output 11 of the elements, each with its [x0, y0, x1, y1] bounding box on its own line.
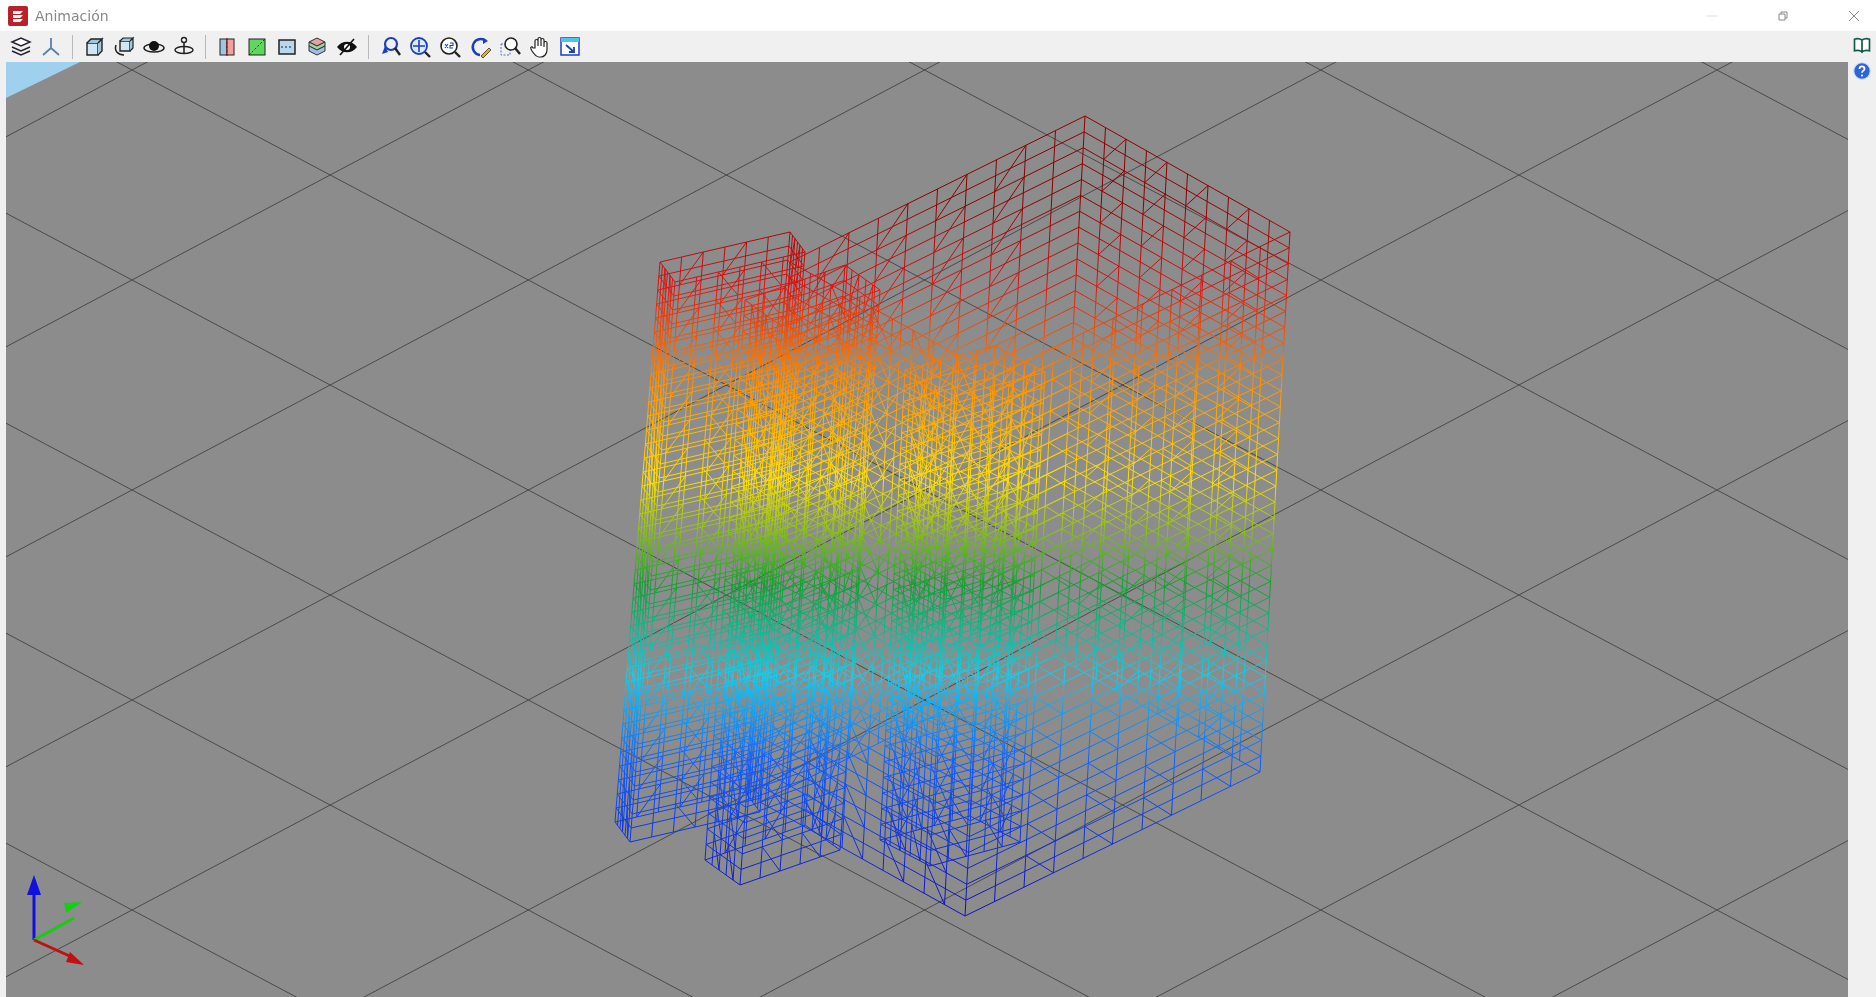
app-logo-icon — [8, 5, 28, 26]
axis-triad-icon — [27, 875, 84, 965]
zoom-all-icon[interactable] — [408, 34, 432, 59]
window-title: Animación — [35, 7, 109, 24]
close-icon[interactable] — [1848, 9, 1860, 22]
zoom-double-icon[interactable] — [438, 34, 462, 59]
rotate-cube-icon[interactable] — [112, 34, 136, 59]
book-icon[interactable] — [1852, 35, 1872, 55]
help-icon[interactable] — [1852, 61, 1872, 81]
zoom-window-icon[interactable] — [498, 34, 522, 59]
layers-icon[interactable] — [9, 34, 33, 59]
